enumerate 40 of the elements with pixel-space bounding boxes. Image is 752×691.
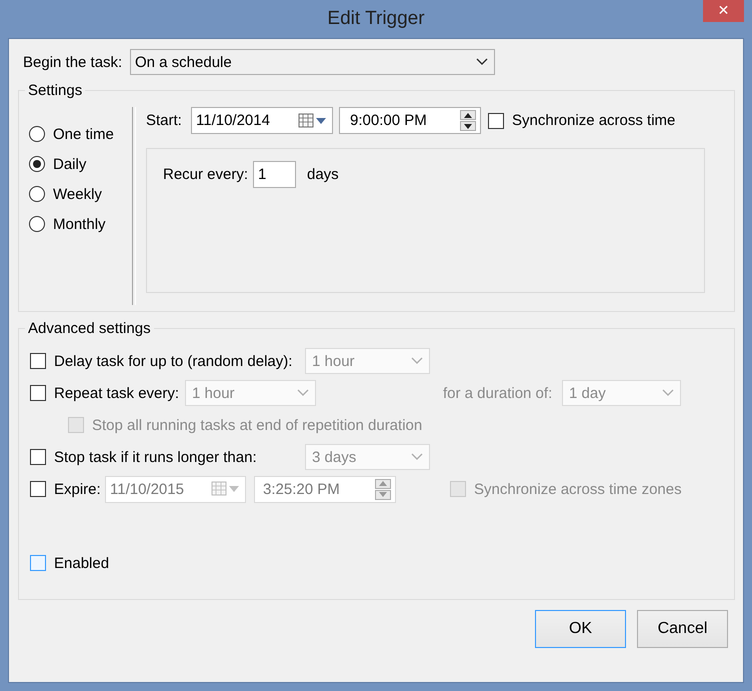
unit-label: days [307, 166, 339, 183]
checkbox-label: Synchronize across time zones [474, 480, 682, 498]
chevron-down-icon [662, 389, 674, 397]
chevron-down-icon [411, 357, 423, 365]
checkbox-label: Stop all running tasks at end of repetition duration [92, 416, 422, 434]
close-button[interactable]: ✕ [703, 0, 744, 22]
field-label: Start: [146, 112, 183, 129]
radio-button[interactable] [29, 216, 45, 232]
radio-label: One time [53, 126, 114, 142]
recur-input[interactable]: 1 [253, 161, 296, 188]
checkbox-label: Delay task for up to (random delay): [54, 352, 292, 370]
radio-label: Daily [53, 156, 86, 172]
chevron-down-icon [411, 453, 423, 461]
time-field[interactable]: 9:00:00 PM [339, 107, 481, 134]
checkbox[interactable] [30, 555, 46, 571]
group-title: Settings [27, 82, 84, 99]
checkbox-label: Repeat task every: [54, 384, 180, 402]
radio-button[interactable] [29, 126, 45, 142]
radio-button[interactable] [29, 186, 45, 202]
checkbox[interactable] [488, 112, 504, 128]
chevron-down-icon [476, 58, 488, 66]
checkbox-label: Synchronize across time [512, 112, 676, 129]
begin-task-dropdown[interactable]: On a schedule [130, 49, 495, 75]
dialog-button[interactable]: Cancel [637, 610, 728, 648]
chevron-down-icon [297, 389, 309, 397]
field-label: for a duration of: [443, 384, 554, 402]
radio-button[interactable] [29, 156, 45, 172]
window-title: Edit Trigger [327, 8, 425, 30]
calendar-icon[interactable] [298, 112, 328, 128]
checkbox-label: Expire: [54, 480, 101, 498]
radio-label: Monthly [53, 216, 106, 232]
spin-buttons[interactable] [460, 110, 476, 131]
field-label: Recur every: [163, 166, 250, 183]
group-title: Advanced settings [27, 320, 152, 337]
field-label: Begin the task: [23, 54, 124, 70]
checkbox-label: Stop task if it runs longer than: [54, 448, 257, 466]
dialog-button[interactable]: OK [535, 610, 626, 648]
checkbox-label: Enabled [54, 554, 110, 572]
radio-label: Weekly [53, 186, 102, 202]
date-field[interactable]: 11/10/2014 [191, 107, 333, 134]
